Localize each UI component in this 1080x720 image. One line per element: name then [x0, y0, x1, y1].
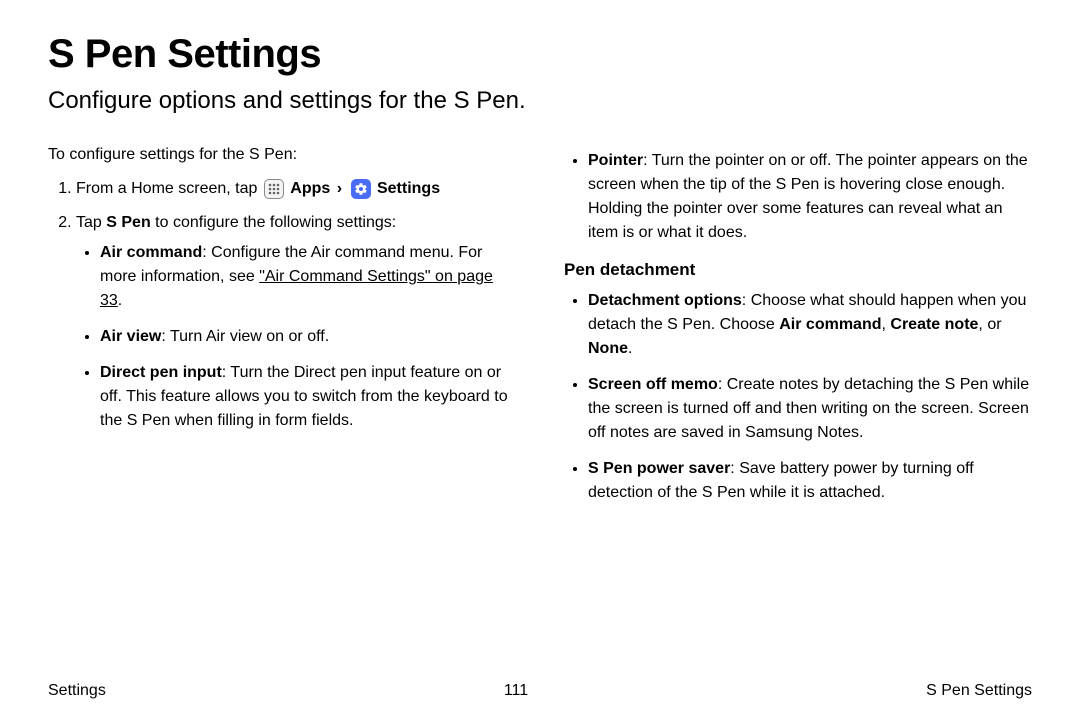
bullet-air-command: Air command: Configure the Air command m… — [100, 241, 516, 313]
som-bold: Screen off memo — [588, 376, 718, 393]
right-column: Pointer: Turn the pointer on or off. The… — [564, 143, 1032, 517]
page-subtitle: Configure options and settings for the S… — [48, 87, 1032, 115]
step-2: Tap S Pen to configure the following set… — [76, 211, 516, 433]
intro-text: To configure settings for the S Pen: — [48, 143, 516, 167]
aircmd-period: . — [118, 292, 122, 309]
page-title: S Pen Settings — [48, 32, 1032, 77]
pointer-text: : Turn the pointer on or off. The pointe… — [588, 152, 1028, 241]
opt-bold: Detachment options — [588, 292, 742, 309]
step1-prefix: From a Home screen, tap — [76, 180, 262, 197]
airview-bold: Air view — [100, 328, 161, 345]
opt-period: . — [628, 340, 632, 357]
aircmd-bold: Air command — [100, 244, 202, 261]
page-footer: Settings 111 S Pen Settings — [48, 682, 1032, 700]
opt-b2: Create note — [890, 316, 978, 333]
opt-b1: Air command — [779, 316, 881, 333]
dpi-bold: Direct pen input — [100, 364, 222, 381]
bullet-air-view: Air view: Turn Air view on or off. — [100, 325, 516, 349]
opt-sep2: , or — [978, 316, 1001, 333]
sps-bold: S Pen power saver — [588, 460, 730, 477]
airview-text: : Turn Air view on or off. — [161, 328, 329, 345]
gear-icon — [351, 179, 371, 199]
bullet-direct-pen-input: Direct pen input: Turn the Direct pen in… — [100, 361, 516, 433]
step2-bold: S Pen — [106, 214, 150, 231]
pen-detachment-label: Pen detachment — [564, 257, 1032, 283]
step-1: From a Home screen, tap Apps › Settings — [76, 177, 516, 201]
footer-left: Settings — [48, 682, 106, 700]
apps-label: Apps — [290, 180, 330, 197]
steps-list: From a Home screen, tap Apps › Settings … — [48, 177, 516, 433]
step2-prefix: Tap — [76, 214, 106, 231]
chevron-icon: › — [337, 180, 342, 197]
bullet-screen-off-memo: Screen off memo: Create notes by detachi… — [588, 373, 1032, 445]
bullet-spen-power-saver: S Pen power saver: Save battery power by… — [588, 457, 1032, 505]
pointer-bold: Pointer — [588, 152, 643, 169]
opt-b3: None — [588, 340, 628, 357]
left-column: To configure settings for the S Pen: Fro… — [48, 143, 516, 517]
step2-suffix: to configure the following settings: — [151, 214, 396, 231]
detach-bullets: Detachment options: Choose what should h… — [564, 289, 1032, 505]
bullet-detachment-options: Detachment options: Choose what should h… — [588, 289, 1032, 361]
settings-label: Settings — [377, 180, 440, 197]
content-columns: To configure settings for the S Pen: Fro… — [48, 143, 1032, 517]
bullet-pointer: Pointer: Turn the pointer on or off. The… — [588, 149, 1032, 245]
apps-icon — [264, 179, 284, 199]
left-bullets: Air command: Configure the Air command m… — [76, 241, 516, 433]
footer-right: S Pen Settings — [926, 682, 1032, 700]
footer-page-number: 111 — [504, 682, 528, 700]
right-bullets-top: Pointer: Turn the pointer on or off. The… — [564, 149, 1032, 245]
